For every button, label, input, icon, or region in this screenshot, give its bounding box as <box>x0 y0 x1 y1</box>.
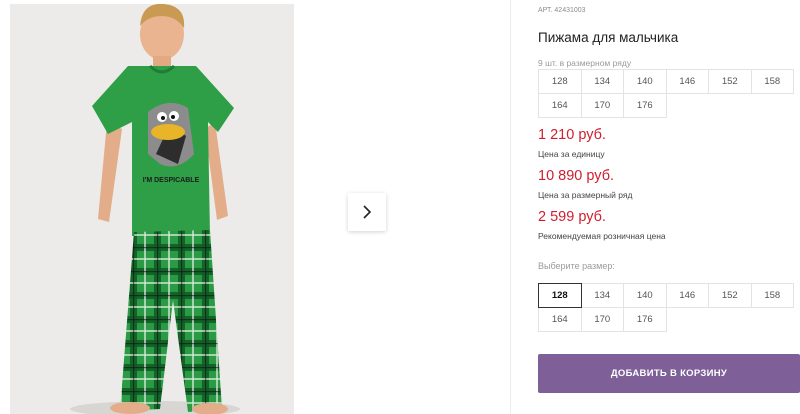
pack-size-cell: 170 <box>580 93 624 118</box>
size-option-152[interactable]: 152 <box>708 283 752 308</box>
shirt-print-text: I'M DESPICABLE <box>143 177 200 184</box>
pack-size-grid: 128 134 140 146 152 158 164 170 176 <box>538 69 794 118</box>
product-photo-illustration: I'M DESPICABLE <box>10 4 294 414</box>
pack-size-cell: 146 <box>665 69 709 94</box>
article-number: АРТ. 42431003 <box>538 7 586 14</box>
product-title: Пижама для мальчика <box>538 30 679 45</box>
add-to-cart-button[interactable]: ДОБАВИТЬ В КОРЗИНУ <box>538 354 800 393</box>
gallery-next-button[interactable] <box>348 193 386 231</box>
size-option-140[interactable]: 140 <box>623 283 667 308</box>
pack-price: 10 890 руб. <box>538 168 615 184</box>
size-option-170[interactable]: 170 <box>580 307 624 332</box>
size-option-158[interactable]: 158 <box>750 283 794 308</box>
size-selector: 128 134 140 146 152 158 164 170 176 <box>538 283 794 332</box>
retail-price: 2 599 руб. <box>538 209 606 225</box>
pack-size-cell: 158 <box>750 69 794 94</box>
size-option-176[interactable]: 176 <box>623 307 667 332</box>
choose-size-label: Выберите размер: <box>538 261 615 271</box>
unit-price-label: Цена за единицу <box>538 149 605 159</box>
pack-size-cell: 164 <box>538 93 582 118</box>
product-info-panel: АРТ. 42431003 Пижама для мальчика 9 шт. … <box>538 0 800 414</box>
pack-size-cell: 152 <box>708 69 752 94</box>
pack-size-cell: 134 <box>580 69 624 94</box>
pack-size-cell: 176 <box>623 93 667 118</box>
pack-size-cell: 128 <box>538 69 582 94</box>
pack-size-note: 9 шт. в размерном ряду <box>538 58 632 68</box>
size-option-128[interactable]: 128 <box>538 283 582 308</box>
size-option-164[interactable]: 164 <box>538 307 582 332</box>
retail-price-label: Рекомендуемая розничная цена <box>538 231 666 241</box>
product-gallery: I'M DESPICABLE <box>0 0 510 414</box>
size-option-134[interactable]: 134 <box>580 283 624 308</box>
size-option-146[interactable]: 146 <box>665 283 709 308</box>
pack-size-cell: 140 <box>623 69 667 94</box>
product-photo[interactable]: I'M DESPICABLE <box>10 4 294 414</box>
unit-price: 1 210 руб. <box>538 127 606 143</box>
pack-price-label: Цена за размерный ряд <box>538 190 633 200</box>
panel-divider <box>510 0 511 414</box>
chevron-right-icon <box>363 205 372 219</box>
